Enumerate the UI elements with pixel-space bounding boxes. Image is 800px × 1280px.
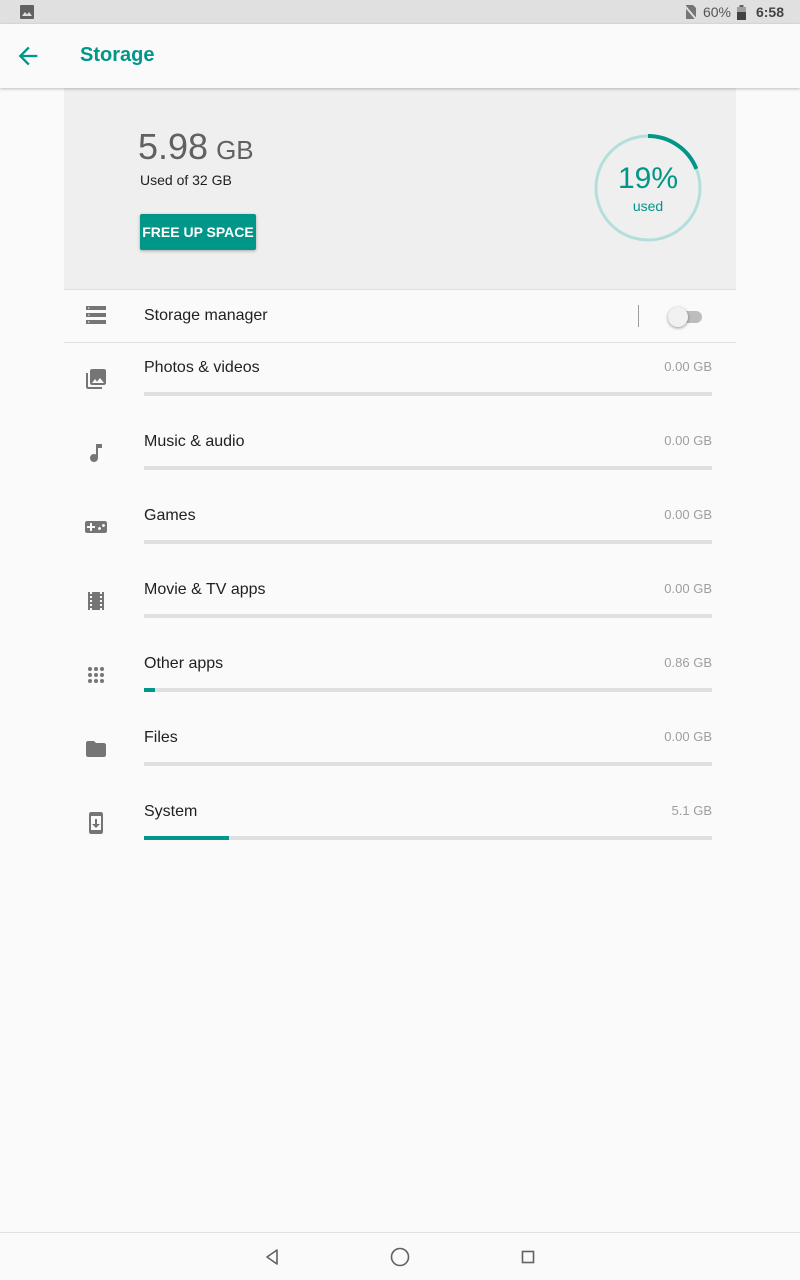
storage-category-row[interactable]: Games 0.00 GB xyxy=(64,491,736,565)
category-label: System xyxy=(144,803,198,820)
category-usage-bar xyxy=(144,614,712,618)
category-usage-bar xyxy=(144,466,712,470)
status-icons: 60% 6:58 xyxy=(683,0,784,24)
category-label: Photos & videos xyxy=(144,359,260,376)
category-size: 0.00 GB xyxy=(664,433,712,448)
category-usage-bar xyxy=(144,762,712,766)
category-label: Other apps xyxy=(144,655,224,672)
storage-category-row[interactable]: Music & audio 0.00 GB xyxy=(64,417,736,491)
page-title: Storage xyxy=(80,44,155,66)
nav-home-icon xyxy=(390,1247,410,1267)
category-label: Files xyxy=(144,729,178,746)
arrow-back-icon xyxy=(18,46,38,66)
storage-category-row[interactable]: Movie & TV apps 0.00 GB xyxy=(64,565,736,639)
category-size: 0.00 GB xyxy=(664,729,712,744)
gamepad-icon xyxy=(84,515,108,539)
navigation-bar xyxy=(0,1232,800,1280)
storage-category-row[interactable]: Other apps 0.86 GB xyxy=(64,639,736,713)
usage-percent-label: used xyxy=(632,198,664,214)
app-bar: Storage xyxy=(0,24,800,88)
status-bar: 60% 6:58 xyxy=(0,0,800,24)
category-label: Games xyxy=(144,507,196,524)
toggle-thumb xyxy=(668,307,688,327)
clock: 6:58 xyxy=(755,4,784,20)
category-usage-bar xyxy=(144,540,712,544)
category-size: 0.00 GB xyxy=(664,507,712,522)
category-usage-bar xyxy=(144,392,712,396)
storage-category-row[interactable]: System 5.1 GB xyxy=(64,787,736,861)
system-update-icon xyxy=(84,811,108,835)
nav-back-icon xyxy=(266,1249,278,1265)
battery-icon xyxy=(736,4,746,20)
category-label: Music & audio xyxy=(144,433,245,450)
storage-category-list: Photos & videos 0.00 GB Music & audio 0.00 … xyxy=(64,343,736,861)
category-size: 0.00 GB xyxy=(664,581,712,596)
used-amount: 5.98 GB xyxy=(138,126,254,168)
nav-back-button[interactable] xyxy=(260,1245,284,1269)
storage-manager-row[interactable]: Storage manager xyxy=(64,289,736,343)
category-label: Movie & TV apps xyxy=(144,581,266,598)
storage-summary: 5.98 GB Used of 32 GB FREE UP SPACE 19% … xyxy=(64,88,736,289)
category-size: 5.1 GB xyxy=(671,803,712,818)
gallery-notification-icon xyxy=(20,5,34,19)
category-usage-bar xyxy=(144,688,712,692)
nav-recents-icon xyxy=(521,1250,535,1264)
category-usage-bar xyxy=(144,836,712,840)
apps-grid-icon xyxy=(84,663,108,687)
category-size: 0.86 GB xyxy=(664,655,712,670)
storage-manager-toggle[interactable] xyxy=(668,307,704,327)
no-sim-icon xyxy=(683,4,697,20)
nav-home-button[interactable] xyxy=(388,1245,412,1269)
music-note-icon xyxy=(84,441,108,465)
usage-percent: 19% xyxy=(617,162,679,195)
folder-icon xyxy=(84,737,108,761)
back-button[interactable] xyxy=(14,42,42,70)
category-usage-fill xyxy=(144,836,230,840)
nav-recents-button[interactable] xyxy=(516,1245,540,1269)
storage-category-row[interactable]: Files 0.00 GB xyxy=(64,713,736,787)
storage-manager-label: Storage manager xyxy=(144,307,268,324)
battery-percent: 60% xyxy=(702,4,731,20)
used-value: 5.98 xyxy=(138,126,209,167)
film-icon xyxy=(84,589,108,613)
category-usage-fill xyxy=(144,688,156,692)
category-size: 0.00 GB xyxy=(664,359,712,374)
used-of-total-label: Used of 32 GB xyxy=(140,172,232,188)
divider xyxy=(638,305,639,327)
storage-manager-icon xyxy=(86,306,106,324)
free-up-space-button[interactable]: FREE UP SPACE xyxy=(140,214,256,250)
storage-category-row[interactable]: Photos & videos 0.00 GB xyxy=(64,343,736,417)
used-unit: GB xyxy=(216,135,254,165)
photos-icon xyxy=(84,367,108,391)
